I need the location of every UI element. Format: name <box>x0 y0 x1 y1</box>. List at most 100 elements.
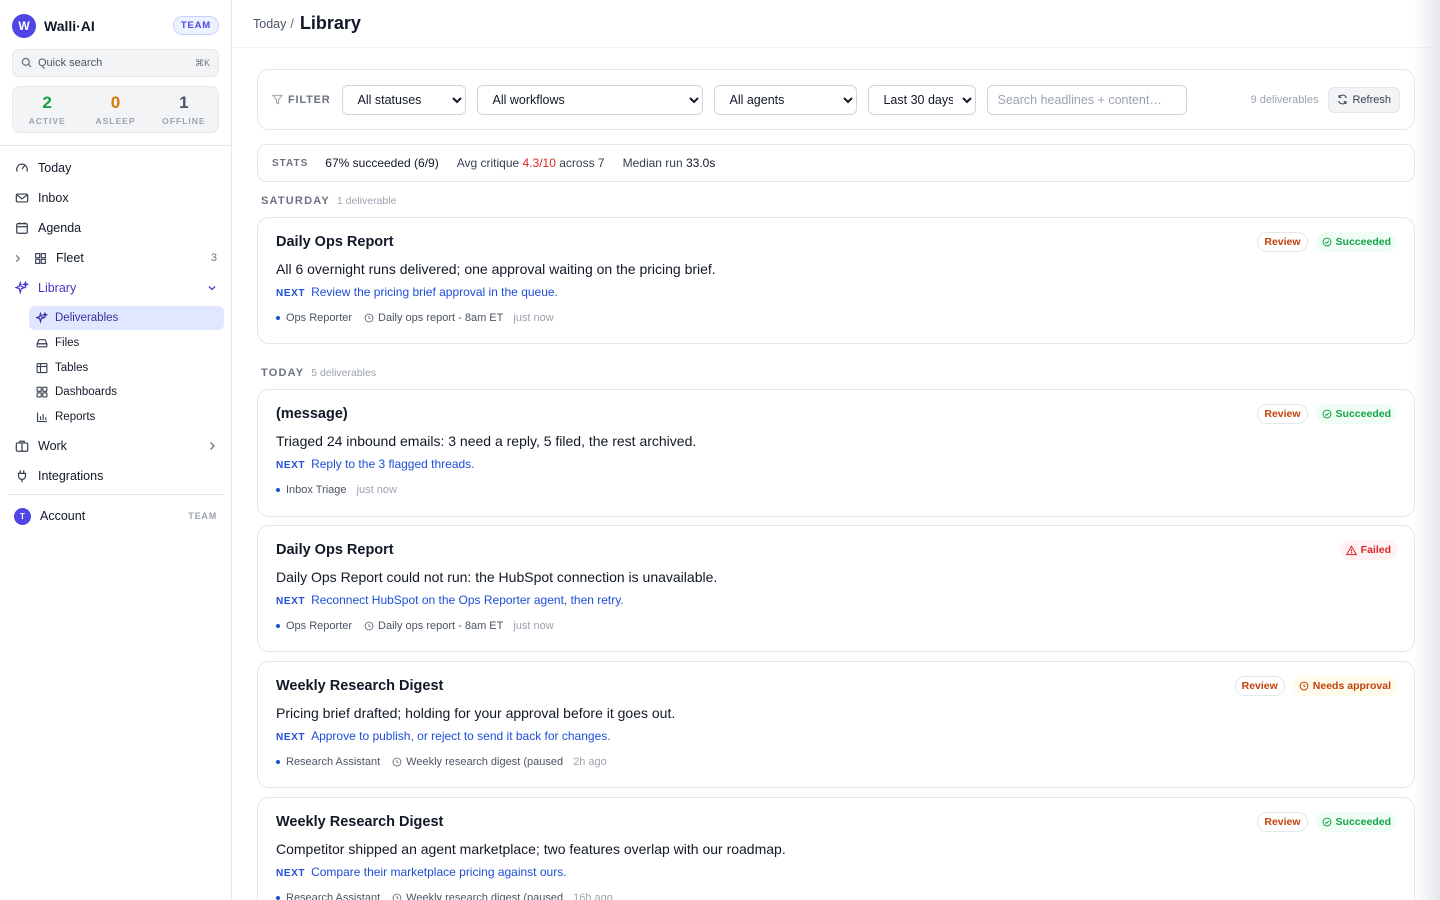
review-badge[interactable]: Review <box>1257 812 1308 832</box>
warning-triangle-icon <box>1345 544 1357 555</box>
plan-badge: TEAM <box>172 16 219 35</box>
agent-dot <box>276 760 280 764</box>
fleet-stat-label: ACTIVE <box>28 115 66 126</box>
page-header: Today / Library <box>232 0 1440 48</box>
sidebar-item-work[interactable]: Work <box>8 433 224 459</box>
review-badge[interactable]: Review <box>1257 404 1308 424</box>
timestamp: 16h ago <box>573 892 613 900</box>
brand-logo[interactable]: W <box>12 13 36 38</box>
card-title: Weekly Research Digest <box>276 814 444 830</box>
agent-dot <box>276 316 280 320</box>
account-menu[interactable]: T Account TEAM <box>8 504 224 528</box>
sidebar-item-fleet[interactable]: Fleet 3 <box>8 245 224 271</box>
quick-search-shortcut: ⌘K <box>194 57 210 68</box>
dashboard-icon <box>36 386 48 398</box>
schedule: Weekly research digest (paused <box>392 892 563 900</box>
card-badges: Review Needs approval <box>1227 676 1397 696</box>
card-summary: Triaged 24 inbound emails: 3 need a repl… <box>276 433 697 449</box>
agent-dot <box>276 896 280 900</box>
brand: W Walli·AI TEAM <box>12 13 219 38</box>
deliverable-card[interactable]: Daily Ops Report Review Succeeded All 6 … <box>257 217 1415 344</box>
next-tag: NEXT <box>276 460 306 471</box>
deliverable-card[interactable]: Weekly Research Digest Review Needs appr… <box>257 661 1415 788</box>
deliverables-search-input[interactable] <box>987 84 1188 115</box>
next-tag: NEXT <box>276 596 306 607</box>
sidebar-item-label: Agenda <box>38 221 82 235</box>
sidebar-subitem-dashboards[interactable]: Dashboards <box>29 380 224 404</box>
group-count: 5 deliverables <box>311 367 377 379</box>
card-meta: Research Assistant Weekly research diges… <box>276 892 613 900</box>
status-filter-select[interactable]: All statuses <box>342 84 467 115</box>
status-badge-label: Failed <box>1360 544 1391 556</box>
stat-median-value: 33.0s <box>686 156 716 170</box>
bar-chart-icon <box>36 411 48 423</box>
fleet-stat-asleep[interactable]: 0 ASLEEP <box>81 87 149 132</box>
table-icon <box>36 362 48 374</box>
card-title: (message) <box>276 406 348 422</box>
schedule: Daily ops report - 8am ET <box>364 620 503 632</box>
card-next-action[interactable]: NEXT Review the pricing brief approval i… <box>276 285 558 299</box>
clock-icon <box>392 757 402 767</box>
clock-icon <box>364 313 374 323</box>
fleet-count-badge: 3 <box>210 252 217 264</box>
agent-name[interactable]: Inbox Triage <box>286 484 347 496</box>
status-badge: Failed <box>1339 540 1397 560</box>
sidebar-item-integrations[interactable]: Integrations <box>8 463 224 489</box>
agent-name[interactable]: Ops Reporter <box>286 312 352 324</box>
deliverable-card[interactable]: Daily Ops Report Failed Daily Ops Report… <box>257 525 1415 652</box>
quick-search[interactable]: Quick search ⌘K <box>12 49 219 77</box>
schedule-name: Weekly research digest (paused <box>406 892 564 900</box>
status-badge: Succeeded <box>1315 232 1397 252</box>
chevron-right-icon[interactable] <box>207 441 217 451</box>
stats-label: STATS <box>272 157 309 169</box>
agent-filter-select[interactable]: All agents <box>714 84 858 115</box>
review-badge[interactable]: Review <box>1257 232 1308 252</box>
sidebar-item-agenda[interactable]: Agenda <box>8 215 224 241</box>
sidebar-subitem-deliverables[interactable]: Deliverables <box>29 306 224 330</box>
card-meta: Research Assistant Weekly research diges… <box>276 756 607 768</box>
gauge-icon <box>14 160 30 176</box>
agent-name[interactable]: Ops Reporter <box>286 620 352 632</box>
date-range-select[interactable]: Last 30 days <box>868 84 977 115</box>
group-name: TODAY <box>261 367 305 379</box>
refresh-button[interactable]: Refresh <box>1328 86 1400 113</box>
fleet-stat-active[interactable]: 2 ACTIVE <box>13 87 81 132</box>
workflow-filter-select[interactable]: All workflows <box>477 84 704 115</box>
card-summary: Pricing brief drafted; holding for your … <box>276 705 676 721</box>
deliverable-card[interactable]: (message) Review Succeeded Triaged 24 in… <box>257 389 1415 517</box>
sidebar-subitem-tables[interactable]: Tables <box>29 356 224 380</box>
sidebar-item-library[interactable]: Library <box>8 275 224 301</box>
status-badge-label: Succeeded <box>1335 408 1391 420</box>
fleet-stat-label: OFFLINE <box>162 115 206 126</box>
agent-name[interactable]: Research Assistant <box>286 756 380 768</box>
chevron-right-icon[interactable] <box>12 250 22 266</box>
calendar-icon <box>14 220 30 236</box>
agent-dot <box>276 488 280 492</box>
schedule: Daily ops report - 8am ET <box>364 312 503 324</box>
card-next-action[interactable]: NEXT Reconnect HubSpot on the Ops Report… <box>276 593 624 607</box>
card-title: Daily Ops Report <box>276 234 394 250</box>
card-badges: Failed <box>1332 540 1397 560</box>
check-circle-icon <box>1322 237 1331 247</box>
sidebar-subitem-label: Files <box>55 337 80 349</box>
sidebar-subitem-reports[interactable]: Reports <box>29 405 224 429</box>
agent-name[interactable]: Research Assistant <box>286 892 380 900</box>
group-name: SATURDAY <box>261 195 330 207</box>
sidebar-subitem-files[interactable]: Files <box>29 331 224 355</box>
fleet-stat-offline[interactable]: 1 OFFLINE <box>150 87 218 132</box>
stat-critique-value: 4.3/10 <box>522 156 556 170</box>
next-action-text: Reconnect HubSpot on the Ops Reporter ag… <box>311 593 624 607</box>
sidebar-item-today[interactable]: Today <box>8 155 224 181</box>
card-next-action[interactable]: NEXT Compare their marketplace pricing a… <box>276 865 567 879</box>
deliverable-card[interactable]: Weekly Research Digest Review Succeeded … <box>257 797 1415 900</box>
review-badge[interactable]: Review <box>1234 676 1285 696</box>
sidebar-item-label: Library <box>38 281 77 295</box>
breadcrumb-today[interactable]: Today <box>253 17 286 31</box>
card-badges: Review Succeeded <box>1249 812 1397 832</box>
card-next-action[interactable]: NEXT Reply to the 3 flagged threads. <box>276 457 475 471</box>
card-next-action[interactable]: NEXT Approve to publish, or reject to se… <box>276 729 611 743</box>
sidebar-item-inbox[interactable]: Inbox <box>8 185 224 211</box>
status-badge-label: Succeeded <box>1335 236 1391 248</box>
chevron-down-icon[interactable] <box>207 283 217 293</box>
stats-bar: STATS 67% succeeded (6/9) Avg critique 4… <box>257 144 1415 182</box>
